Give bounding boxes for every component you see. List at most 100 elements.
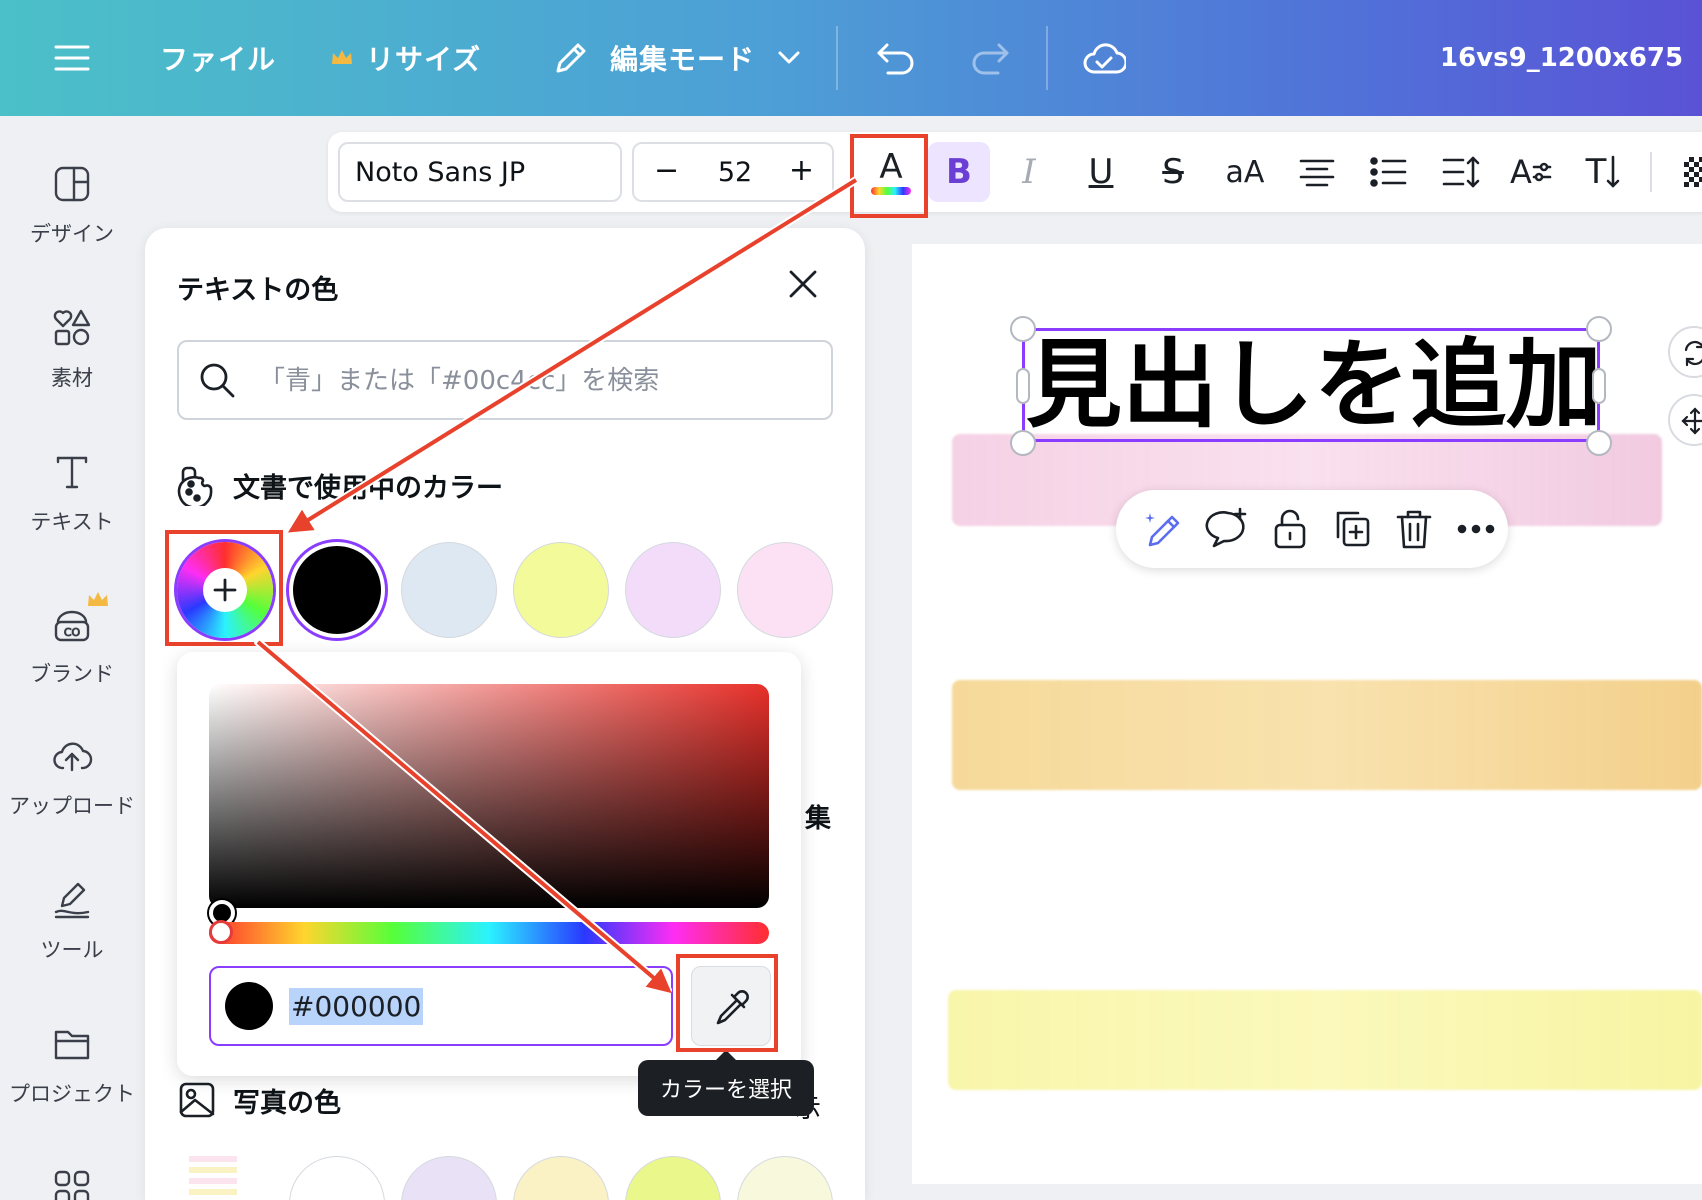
rail-item-brand[interactable]: CO ブランド — [0, 590, 144, 688]
hex-value[interactable]: #000000 — [289, 988, 424, 1025]
resize-handle-bottom-right[interactable] — [1586, 430, 1612, 456]
close-panel-button[interactable] — [785, 266, 821, 302]
checker-icon — [1684, 157, 1702, 187]
strikethrough-button[interactable]: S — [1142, 142, 1204, 202]
photo-swatch-cream[interactable] — [513, 1156, 609, 1200]
rail-item-uploads[interactable]: アップロード — [0, 736, 144, 820]
file-menu[interactable]: ファイル — [160, 0, 276, 116]
comment-button[interactable] — [1204, 505, 1252, 553]
resize-handle-left[interactable] — [1016, 368, 1030, 404]
align-center-button[interactable] — [1286, 142, 1348, 202]
color-swatch-light-pink[interactable] — [737, 542, 833, 638]
vertical-arrow-icon — [1607, 155, 1620, 188]
panel-title: テキストの色 — [177, 275, 339, 306]
magic-pencil-icon — [1145, 513, 1180, 547]
more-icon — [1457, 524, 1495, 534]
top-bar: ファイル リサイズ 編集モード 16vs9_1200x675 — [0, 0, 1702, 116]
rail-label: 素材 — [51, 366, 93, 390]
lock-button[interactable] — [1266, 505, 1314, 553]
rail-label: ブランド — [30, 662, 114, 686]
undo-button[interactable] — [876, 0, 916, 116]
photo-thumbnail[interactable] — [189, 1156, 237, 1200]
resize-handle-top-right[interactable] — [1586, 316, 1612, 342]
design-canvas[interactable]: 見出しを追加 — [912, 244, 1702, 1184]
search-icon — [200, 363, 235, 398]
photo-swatch-ivory[interactable] — [737, 1156, 833, 1200]
increase-font-size-button[interactable]: + — [789, 153, 814, 188]
line-spacing-icon — [1442, 156, 1480, 188]
rail-item-design[interactable]: デザイン — [0, 164, 144, 248]
color-swatch-light-blue[interactable] — [401, 542, 497, 638]
transparency-button[interactable] — [1668, 142, 1702, 202]
rail-item-apps[interactable] — [0, 1168, 144, 1200]
left-rail: デザイン 素材 テキスト CO ブランド アップロード ツール プロジェクト — [0, 116, 144, 1200]
resize-handle-top-left[interactable] — [1010, 316, 1036, 342]
heading-text[interactable]: 見出しを追加 — [1025, 331, 1603, 439]
rail-label: アップロード — [9, 794, 135, 818]
resize-label: リサイズ — [366, 43, 482, 76]
heading-selection-box[interactable]: 見出しを追加 — [1022, 328, 1603, 442]
hue-slider[interactable] — [209, 922, 769, 944]
folder-icon — [54, 1030, 90, 1060]
letter-case-button[interactable]: aA — [1214, 142, 1276, 202]
color-swatch-black[interactable] — [289, 542, 385, 638]
menu-button[interactable] — [54, 0, 90, 116]
resize-button[interactable]: リサイズ — [330, 0, 481, 116]
text-toolbar: Noto Sans JP − 52 + A B I U S aA A T — [328, 132, 1702, 212]
text-effects-button[interactable]: A — [1500, 142, 1562, 202]
text-icon — [56, 456, 88, 489]
color-search-input[interactable] — [259, 360, 819, 402]
color-swatch-light-yellow[interactable] — [513, 542, 609, 638]
separator — [1046, 26, 1048, 90]
move-icon — [1681, 407, 1702, 435]
rail-item-projects[interactable]: プロジェクト — [0, 1024, 144, 1108]
yellow-marker-stroke[interactable] — [948, 990, 1702, 1090]
rotate-button[interactable] — [1668, 326, 1702, 378]
pencil-icon — [556, 43, 586, 73]
context-menu-bar — [1116, 490, 1508, 568]
annotation-highlight-add-color — [165, 530, 283, 646]
saturation-value-area[interactable] — [209, 684, 769, 908]
magic-write-button[interactable] — [1140, 505, 1188, 553]
list-icon — [1370, 157, 1407, 187]
rotate-icon — [1684, 340, 1702, 367]
font-family-dropdown[interactable]: Noto Sans JP — [338, 142, 622, 202]
document-title[interactable]: 16vs9_1200x675 — [1440, 0, 1683, 116]
chevron-down-icon — [778, 51, 800, 64]
move-button[interactable] — [1668, 394, 1702, 446]
more-options-button[interactable] — [1452, 505, 1500, 553]
photo-swatch-white[interactable] — [289, 1156, 385, 1200]
orange-marker-stroke[interactable] — [952, 680, 1702, 790]
vertical-text-button[interactable]: T — [1572, 142, 1634, 202]
resize-handle-right[interactable] — [1592, 368, 1606, 404]
vertical-text-glyph: T — [1585, 152, 1607, 192]
layout-icon — [54, 166, 90, 202]
line-spacing-button[interactable] — [1430, 142, 1492, 202]
hex-input-field[interactable]: #000000 — [209, 966, 673, 1046]
photo-swatch-lavender[interactable] — [401, 1156, 497, 1200]
brand-icon: CO — [54, 610, 90, 642]
edit-mode-dropdown[interactable]: 編集モード — [552, 0, 801, 116]
save-status-button[interactable] — [1082, 0, 1126, 116]
rail-item-text[interactable]: テキスト — [0, 452, 144, 536]
photo-swatch-lime[interactable] — [625, 1156, 721, 1200]
redo-button[interactable] — [970, 0, 1010, 116]
separator — [1650, 152, 1652, 192]
trash-icon — [1396, 510, 1432, 549]
bullet-list-button[interactable] — [1358, 142, 1420, 202]
elements-icon — [53, 309, 91, 346]
photo-colors-heading: 写真の色 — [177, 1080, 341, 1120]
delete-button[interactable] — [1390, 505, 1438, 553]
bold-button[interactable]: B — [928, 142, 990, 202]
underline-button[interactable]: U — [1070, 142, 1132, 202]
rail-item-elements[interactable]: 素材 — [0, 308, 144, 392]
resize-handle-bottom-left[interactable] — [1010, 430, 1036, 456]
italic-button[interactable]: I — [998, 142, 1060, 202]
hue-slider-handle[interactable] — [209, 920, 233, 944]
duplicate-button[interactable] — [1328, 505, 1376, 553]
rail-label: テキスト — [30, 510, 114, 534]
color-swatch-light-purple[interactable] — [625, 542, 721, 638]
rail-item-tools[interactable]: ツール — [0, 880, 144, 964]
font-size-control: − 52 + — [632, 142, 834, 202]
document-colors-label: 文書で使用中のカラー — [233, 472, 503, 504]
